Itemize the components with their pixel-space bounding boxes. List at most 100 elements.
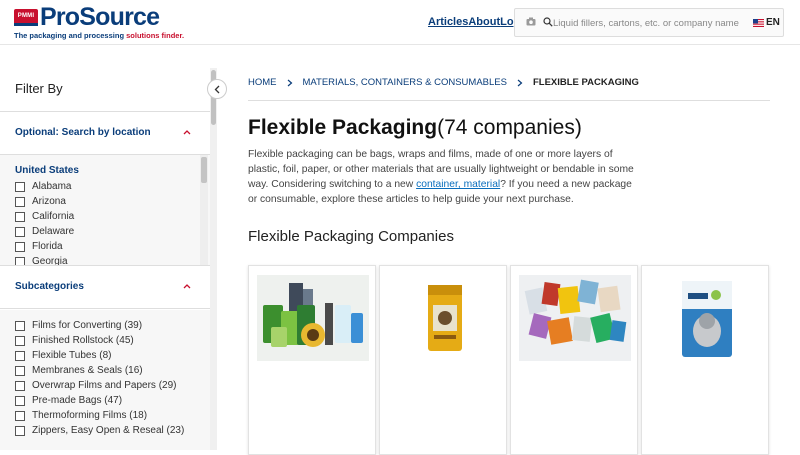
breadcrumb-home[interactable]: HOME [248, 77, 277, 88]
language-label: EN [766, 17, 780, 28]
company-cards [248, 265, 769, 455]
companies-section-title: Flexible Packaging Companies [248, 228, 454, 245]
chevron-right-icon [287, 79, 292, 86]
checkbox[interactable] [15, 365, 25, 376]
nav-about[interactable]: About [468, 16, 500, 28]
location-section-toggle[interactable]: Optional: Search by location [15, 127, 151, 138]
checkbox[interactable] [15, 196, 25, 207]
divider [0, 308, 210, 309]
divider [0, 265, 210, 266]
chevron-up-icon[interactable] [183, 283, 191, 289]
chevron-left-icon [214, 85, 220, 93]
subcategory-option[interactable]: Flexible Tubes (8) [15, 350, 111, 361]
state-option[interactable]: California [15, 211, 74, 222]
search-icon[interactable] [543, 17, 553, 27]
breadcrumb: HOME MATERIALS, CONTAINERS & CONSUMABLES… [248, 77, 639, 88]
flexible-pouches-image [263, 283, 363, 347]
us-flag-icon [753, 18, 764, 27]
sidebar-scrollbar[interactable] [210, 68, 217, 450]
company-card[interactable] [641, 265, 769, 455]
divider [248, 100, 770, 101]
nav-articles[interactable]: Articles [428, 16, 468, 28]
location-scrollbar[interactable] [200, 155, 208, 265]
logo-text: ProSource [40, 3, 160, 31]
state-label: Alabama [32, 181, 72, 192]
blue-pet-food-pouch-image [682, 281, 732, 357]
location-group-label: United States [15, 165, 79, 176]
pmmi-badge: PMMI [14, 8, 38, 26]
state-label: California [32, 211, 75, 222]
search-box: EN [514, 8, 784, 37]
checkbox[interactable] [15, 425, 25, 436]
site-header: PMMI ProSource The packaging and process… [0, 0, 800, 45]
state-option[interactable]: Delaware [15, 226, 74, 237]
tagline-highlight: solutions finder. [126, 31, 185, 40]
subcategory-label: Finished Rollstock (45) [32, 335, 134, 346]
subcategory-option[interactable]: Overwrap Films and Papers (29) [15, 380, 177, 391]
subcategory-option[interactable]: Membranes & Seals (16) [15, 365, 143, 376]
category-description: Flexible packaging can be bags, wraps an… [248, 147, 640, 207]
state-option[interactable]: Florida [15, 241, 63, 252]
checkbox[interactable] [15, 241, 25, 252]
subcategory-label: Flexible Tubes (8) [32, 350, 112, 361]
company-card[interactable] [248, 265, 376, 455]
checkbox[interactable] [15, 256, 25, 265]
company-card[interactable] [510, 265, 638, 455]
subcategory-label: Thermoforming Films (18) [32, 410, 148, 421]
product-image [650, 275, 762, 361]
container-material-link[interactable]: container, material [416, 179, 500, 190]
product-image [519, 275, 631, 361]
search-input[interactable] [553, 14, 753, 32]
subcategory-label: Films for Converting (39) [32, 320, 143, 331]
state-label: Delaware [32, 226, 75, 237]
filter-sidebar: Filter By Optional: Search by location U… [0, 68, 210, 450]
logo-tagline: The packaging and processing solutions f… [14, 31, 184, 40]
state-option[interactable]: Georgia [15, 256, 68, 265]
tagline-text: The packaging and processing [14, 31, 127, 40]
prosource-logo[interactable]: PMMI ProSource The packaging and process… [14, 3, 184, 40]
product-image [257, 275, 369, 361]
chevron-right-icon [517, 79, 523, 86]
subcategory-option[interactable]: Zippers, Easy Open & Reseal (23) [15, 425, 184, 436]
state-option[interactable]: Alabama [15, 181, 71, 192]
breadcrumb-current: FLEXIBLE PACKAGING [532, 77, 639, 88]
state-label: Florida [32, 241, 63, 252]
subcategory-label: Membranes & Seals (16) [32, 365, 143, 376]
scroll-thumb[interactable] [201, 157, 207, 183]
breadcrumb-materials[interactable]: MATERIALS, CONTAINERS & CONSUMABLES [303, 77, 507, 88]
state-label: Arizona [32, 196, 66, 207]
checkbox[interactable] [15, 395, 25, 406]
checkbox[interactable] [15, 380, 25, 391]
checkbox[interactable] [15, 335, 25, 346]
subcategories-section-toggle[interactable]: Subcategories [15, 281, 84, 292]
subcategory-label: Zippers, Easy Open & Reseal (23) [32, 425, 185, 436]
assorted-bags-image [524, 279, 627, 345]
subcategory-list: Films for Converting (39) Finished Rolls… [0, 310, 210, 450]
subcategory-option[interactable]: Films for Converting (39) [15, 320, 142, 331]
category-name: Flexible Packaging [248, 116, 438, 139]
collapse-sidebar-button[interactable] [207, 79, 227, 99]
divider [0, 111, 210, 112]
subcategory-option[interactable]: Pre-made Bags (47) [15, 395, 122, 406]
filter-title: Filter By [15, 81, 63, 96]
state-option[interactable]: Arizona [15, 196, 66, 207]
company-count: (74 companies) [437, 116, 582, 139]
checkbox[interactable] [15, 320, 25, 331]
location-list: United States Alabama Arizona California… [0, 155, 210, 265]
state-label: Georgia [32, 256, 68, 265]
product-image [388, 275, 500, 361]
chevron-up-icon[interactable] [183, 129, 191, 135]
subcategory-option[interactable]: Thermoforming Films (18) [15, 410, 147, 421]
page-title: Flexible Packaging(74 companies) [248, 116, 582, 140]
language-selector[interactable]: EN [753, 17, 780, 28]
subcategory-option[interactable]: Finished Rollstock (45) [15, 335, 134, 346]
checkbox[interactable] [15, 350, 25, 361]
company-card[interactable] [379, 265, 507, 455]
checkbox[interactable] [15, 226, 25, 237]
subcategory-label: Pre-made Bags (47) [32, 395, 123, 406]
camera-icon[interactable] [526, 17, 536, 26]
subcategory-label: Overwrap Films and Papers (29) [32, 380, 177, 391]
checkbox[interactable] [15, 410, 25, 421]
checkbox[interactable] [15, 181, 25, 192]
checkbox[interactable] [15, 211, 25, 222]
